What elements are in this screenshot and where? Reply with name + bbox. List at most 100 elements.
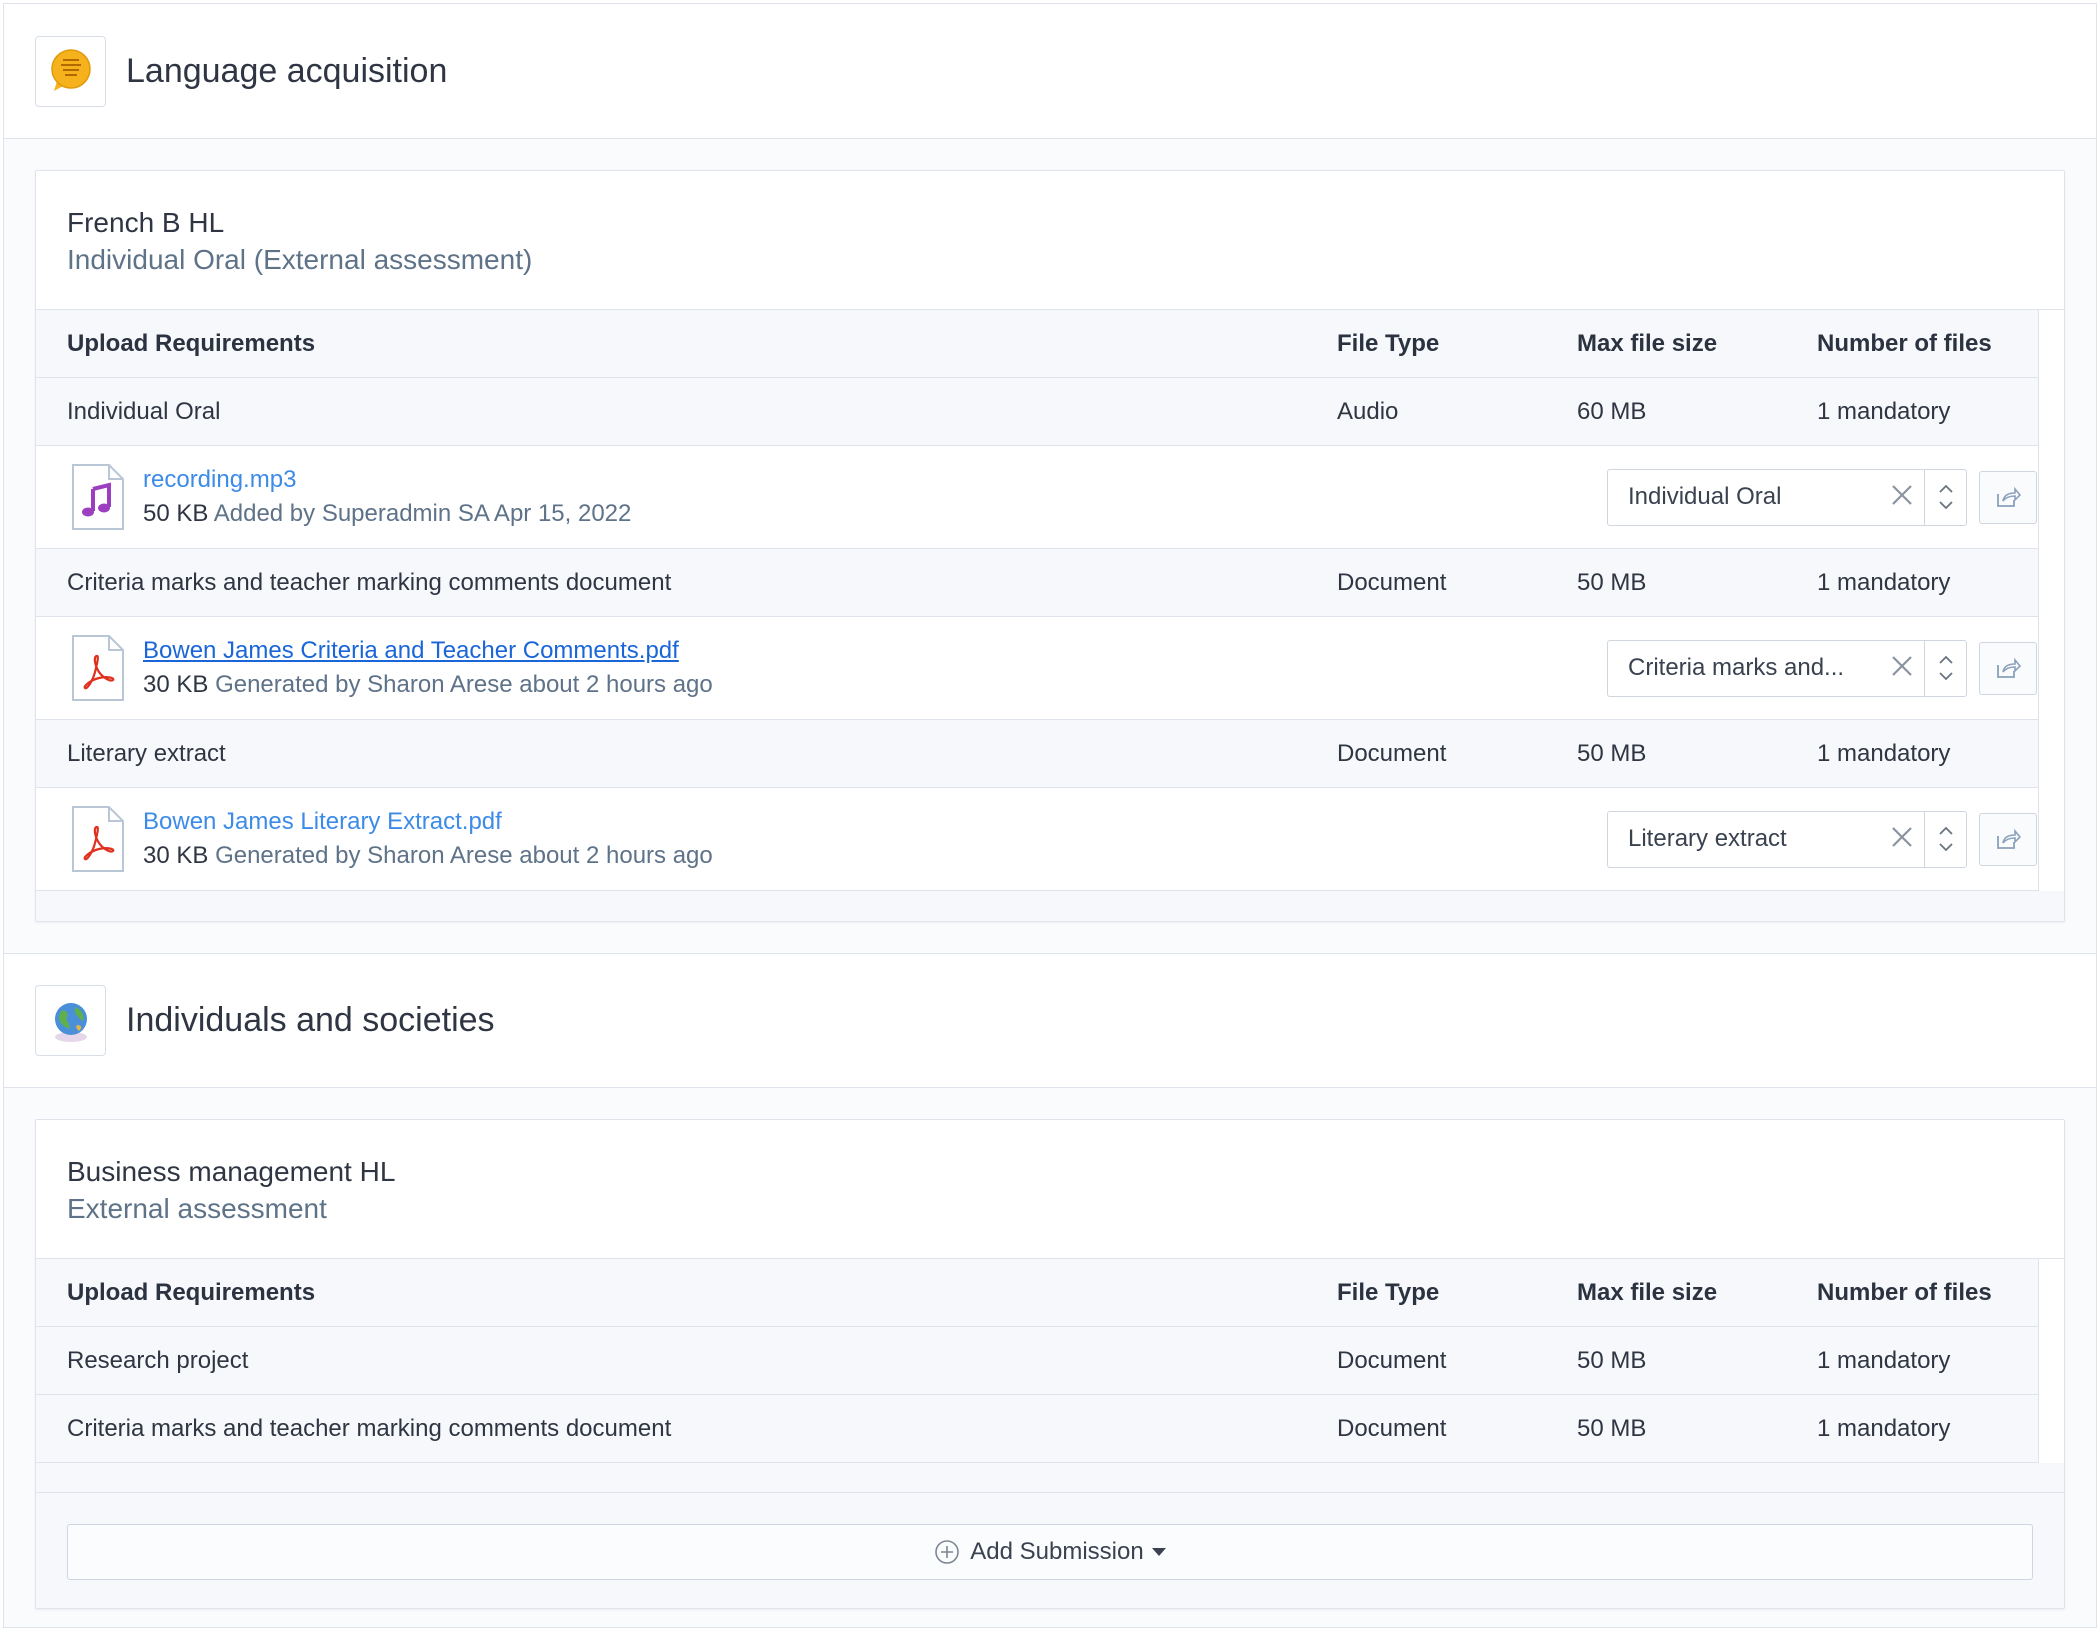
group-body: Business management HL External assessme… bbox=[4, 1088, 2096, 1640]
clear-icon[interactable] bbox=[1880, 651, 1924, 685]
number-of-files: 1 mandatory bbox=[1817, 739, 1951, 767]
max-file-size: 50 MB bbox=[1577, 1346, 1647, 1374]
requirement-name: Criteria marks and teacher marking comme… bbox=[67, 568, 672, 596]
course-card: French B HL Individual Oral (External as… bbox=[35, 170, 2065, 922]
add-submission-area: Add Submission bbox=[36, 1493, 2064, 1608]
max-file-size: 50 MB bbox=[1577, 1414, 1647, 1442]
file-type: Audio bbox=[1337, 397, 1399, 425]
audio-file-icon bbox=[72, 464, 124, 530]
page: Language acquisition French B HL Individ… bbox=[3, 3, 2097, 1628]
pdf-file-icon bbox=[72, 806, 124, 872]
requirements-table: Upload Requirements File Type Max file s… bbox=[36, 310, 2039, 891]
course-title: Business management HL bbox=[67, 1156, 396, 1187]
max-file-size: 50 MB bbox=[1577, 739, 1647, 767]
file-size: 30 KB bbox=[143, 671, 209, 698]
file-type: Document bbox=[1337, 1346, 1447, 1374]
file-link[interactable]: Bowen James Criteria and Teacher Comment… bbox=[143, 634, 713, 668]
file-info: Bowen James Literary Extract.pdf 30 KB G… bbox=[67, 805, 1607, 873]
table-row: Literary extract Document 50 MB 1 mandat… bbox=[36, 720, 2038, 788]
add-submission-label: Add Submission bbox=[970, 1538, 1144, 1565]
chevron-up-down-icon[interactable] bbox=[1924, 640, 1966, 696]
table-header-row: Upload Requirements File Type Max file s… bbox=[36, 310, 2038, 378]
speech-bubble-hello-icon bbox=[35, 35, 106, 107]
group-header-individuals-and-societies: Individuals and societies bbox=[4, 953, 2096, 1088]
add-submission-button[interactable]: Add Submission bbox=[67, 1524, 2033, 1580]
file-row: recording.mp3 50 KB Added by Superadmin … bbox=[36, 446, 2038, 549]
max-file-size: 50 MB bbox=[1577, 568, 1647, 596]
column-header: File Type bbox=[1337, 1278, 1440, 1306]
share-icon bbox=[1997, 486, 2021, 507]
share-icon bbox=[1997, 657, 2021, 678]
chevron-up-down-icon[interactable] bbox=[1924, 811, 1966, 867]
select-value: Individual Oral bbox=[1628, 483, 1782, 510]
file-meta: 30 KB Generated by Sharon Arese about 2 … bbox=[143, 668, 713, 702]
group-header-language-acquisition: Language acquisition bbox=[4, 4, 2096, 139]
requirement-select[interactable]: Individual Oral bbox=[1607, 468, 1967, 526]
requirement-name: Individual Oral bbox=[67, 397, 221, 425]
card-footer bbox=[36, 1463, 2064, 1493]
course-card: Business management HL External assessme… bbox=[35, 1119, 2065, 1609]
group-title: Individuals and societies bbox=[126, 1001, 495, 1039]
file-info: Bowen James Criteria and Teacher Comment… bbox=[67, 634, 1607, 702]
select-value: Literary extract bbox=[1628, 825, 1787, 852]
file-size: 50 KB bbox=[143, 500, 209, 527]
column-header: Upload Requirements bbox=[67, 329, 316, 357]
caret-down-icon bbox=[1151, 1548, 1166, 1556]
clear-icon[interactable] bbox=[1880, 822, 1924, 856]
file-added-info: Added by Superadmin SA Apr 15, 2022 bbox=[213, 500, 632, 527]
table-header-row: Upload Requirements File Type Max file s… bbox=[36, 1259, 2038, 1327]
file-type: Document bbox=[1337, 568, 1447, 596]
share-button[interactable] bbox=[1979, 812, 2037, 866]
course-subtitle: External assessment bbox=[67, 1193, 327, 1224]
requirement-select[interactable]: Literary extract bbox=[1607, 810, 1967, 868]
file-info: recording.mp3 50 KB Added by Superadmin … bbox=[67, 463, 1607, 531]
course-title: French B HL bbox=[67, 207, 225, 238]
select-value: Criteria marks and... bbox=[1628, 654, 1845, 681]
file-size: 30 KB bbox=[143, 842, 209, 869]
requirement-name: Literary extract bbox=[67, 739, 226, 767]
requirements-table: Upload Requirements File Type Max file s… bbox=[36, 1259, 2039, 1463]
table-row: Research project Document 50 MB 1 mandat… bbox=[36, 1327, 2038, 1395]
number-of-files: 1 mandatory bbox=[1817, 1346, 1951, 1374]
pdf-file-icon bbox=[72, 635, 124, 701]
course-subtitle: Individual Oral (External assessment) bbox=[67, 244, 533, 275]
number-of-files: 1 mandatory bbox=[1817, 1414, 1951, 1442]
file-meta: 30 KB Generated by Sharon Arese about 2 … bbox=[143, 839, 713, 873]
column-header: File Type bbox=[1337, 329, 1440, 357]
table-row: Individual Oral Audio 60 MB 1 mandatory bbox=[36, 378, 2038, 446]
column-header: Max file size bbox=[1577, 1278, 1718, 1306]
file-row: Bowen James Literary Extract.pdf 30 KB G… bbox=[36, 788, 2038, 891]
table-row: Criteria marks and teacher marking comme… bbox=[36, 549, 2038, 617]
group-body: French B HL Individual Oral (External as… bbox=[4, 139, 2096, 953]
number-of-files: 1 mandatory bbox=[1817, 568, 1951, 596]
card-footer bbox=[36, 891, 2064, 921]
share-button[interactable] bbox=[1979, 641, 2037, 695]
requirement-name: Criteria marks and teacher marking comme… bbox=[67, 1414, 672, 1442]
plus-circle-icon bbox=[935, 1540, 960, 1564]
share-button[interactable] bbox=[1979, 470, 2037, 524]
table-row: Criteria marks and teacher marking comme… bbox=[36, 1395, 2038, 1463]
course-header: Business management HL External assessme… bbox=[36, 1120, 2064, 1259]
clear-icon[interactable] bbox=[1880, 480, 1924, 514]
column-header: Number of files bbox=[1817, 329, 1992, 357]
column-header: Upload Requirements bbox=[67, 1278, 316, 1306]
file-type: Document bbox=[1337, 739, 1447, 767]
requirement-select[interactable]: Criteria marks and... bbox=[1607, 639, 1967, 697]
max-file-size: 60 MB bbox=[1577, 397, 1647, 425]
globe-icon bbox=[35, 985, 106, 1056]
share-icon bbox=[1997, 828, 2021, 849]
chevron-up-down-icon[interactable] bbox=[1924, 469, 1966, 525]
file-type: Document bbox=[1337, 1414, 1447, 1442]
file-row: Bowen James Criteria and Teacher Comment… bbox=[36, 617, 2038, 720]
group-title: Language acquisition bbox=[126, 51, 448, 90]
column-header: Number of files bbox=[1817, 1278, 1992, 1306]
file-meta: 50 KB Added by Superadmin SA Apr 15, 202… bbox=[143, 497, 631, 531]
file-link[interactable]: Bowen James Literary Extract.pdf bbox=[143, 805, 713, 839]
requirement-name: Research project bbox=[67, 1346, 249, 1374]
file-added-info: Generated by Sharon Arese about 2 hours … bbox=[215, 671, 713, 698]
number-of-files: 1 mandatory bbox=[1817, 397, 1951, 425]
column-header: Max file size bbox=[1577, 329, 1718, 357]
course-header: French B HL Individual Oral (External as… bbox=[36, 171, 2064, 310]
file-added-info: Generated by Sharon Arese about 2 hours … bbox=[215, 842, 713, 869]
file-link[interactable]: recording.mp3 bbox=[143, 463, 631, 497]
